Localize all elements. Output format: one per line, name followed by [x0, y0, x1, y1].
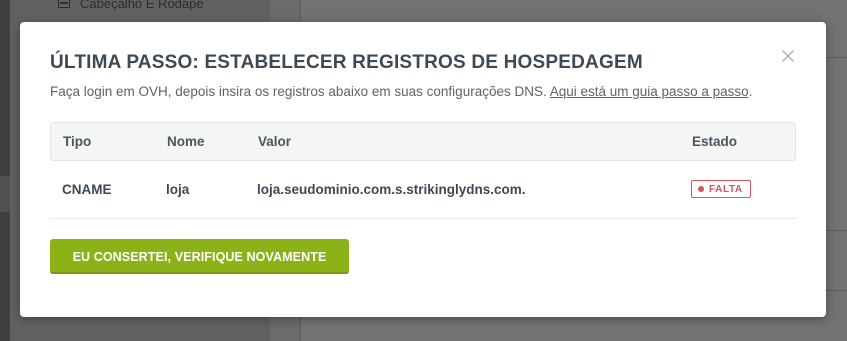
verify-again-button[interactable]: EU CONSERTEI, VERIFIQUE NOVAMENTE — [50, 239, 349, 274]
dns-records-table: Tipo Nome Valor Estado CNAME loja loja.s… — [50, 122, 796, 219]
dns-setup-modal: ÚLTIMA PASSO: ESTABELECER REGISTROS DE H… — [20, 22, 826, 317]
record-type: CNAME — [62, 182, 112, 197]
record-name: loja — [166, 182, 190, 197]
column-header-name: Nome — [167, 134, 205, 149]
column-header-value: Valor — [258, 134, 292, 149]
status-badge-label: FALTA — [709, 183, 743, 195]
close-icon — [782, 50, 794, 62]
record-value: loja.seudominio.com.s.strikinglydns.com. — [257, 182, 526, 197]
modal-title: ÚLTIMA PASSO: ESTABELECER REGISTROS DE H… — [50, 52, 643, 73]
modal-subtitle: Faça login em OVH, depois insira os regi… — [50, 84, 752, 99]
table-header: Tipo Nome Valor Estado — [50, 122, 796, 161]
layout-icon — [58, 0, 70, 8]
table-row: CNAME loja loja.seudominio.com.s.strikin… — [50, 161, 796, 219]
sidebar-item-label: Cabeçalho E Rodapé — [80, 0, 204, 11]
status-dot-icon — [698, 186, 704, 192]
status-badge: FALTA — [691, 180, 751, 198]
background-sidebar-strip — [0, 0, 10, 341]
step-by-step-guide-link[interactable]: Aqui está um guia passo a passo — [550, 84, 749, 99]
subtitle-text: Faça login em OVH, depois insira os regi… — [50, 84, 550, 99]
sidebar-item-header-footer: Cabeçalho E Rodapé — [58, 0, 204, 12]
column-header-type: Tipo — [63, 134, 92, 149]
column-header-status: Estado — [692, 134, 738, 149]
subtitle-end: . — [748, 84, 753, 99]
background-sidebar-active-marker — [0, 176, 10, 212]
close-button[interactable] — [780, 48, 796, 64]
